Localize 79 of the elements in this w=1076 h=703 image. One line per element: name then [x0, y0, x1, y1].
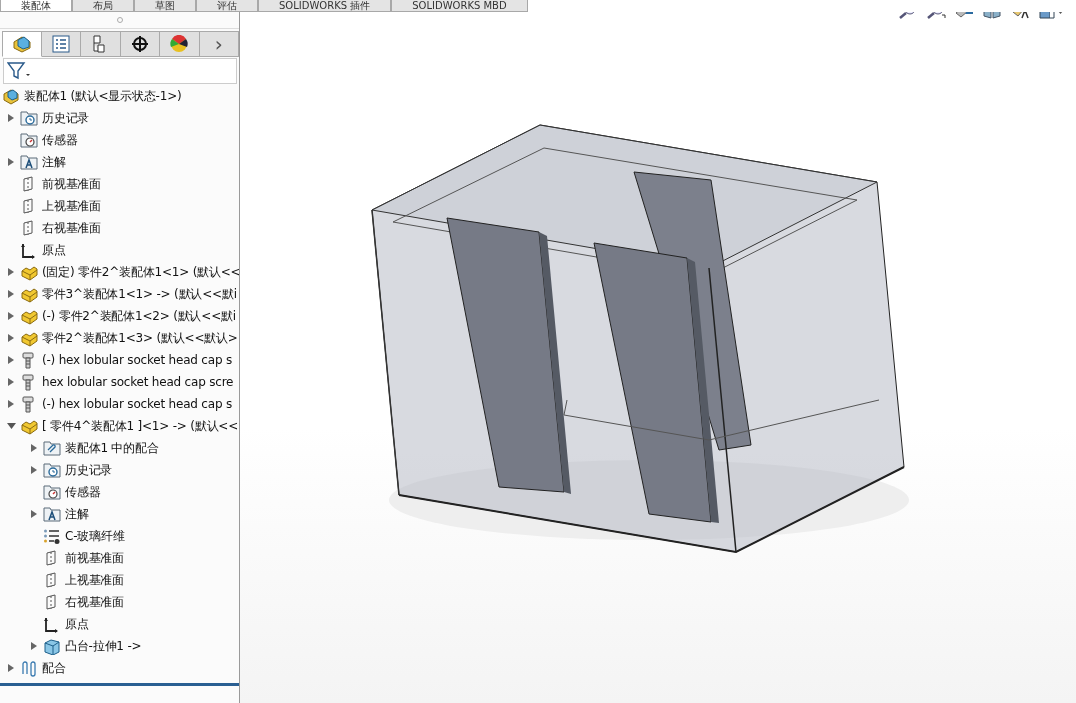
tree-item[interactable]: 注解	[65, 505, 89, 523]
tree-item[interactable]: 注解	[42, 153, 66, 171]
folder-clock-icon	[43, 462, 61, 478]
origin-icon	[20, 241, 36, 259]
screw-icon	[20, 373, 36, 391]
expand-arrow-icon[interactable]	[31, 444, 37, 452]
folder-gauge-icon	[43, 484, 61, 500]
more-tabs-button[interactable]: ›	[199, 31, 239, 57]
assembly-icon	[2, 87, 20, 105]
tree-item[interactable]: hex lobular socket head cap scre	[42, 375, 234, 389]
filter-field[interactable]	[3, 58, 237, 84]
tree-item[interactable]: 前视基准面	[42, 175, 101, 193]
property-list-icon	[50, 35, 71, 53]
tree-item[interactable]: 原点	[42, 241, 66, 259]
plane-icon	[20, 219, 36, 237]
folder-letter-icon	[43, 506, 61, 522]
expand-arrow-icon[interactable]	[8, 312, 14, 320]
collapse-arrow-icon[interactable]	[6, 423, 16, 429]
tree-item[interactable]: 右视基准面	[42, 219, 101, 237]
panel-tab[interactable]	[120, 31, 160, 57]
expand-arrow-icon[interactable]	[8, 334, 14, 342]
tree-item[interactable]: 历史记录	[65, 461, 113, 479]
expand-arrow-icon[interactable]	[31, 510, 37, 518]
filter-icon[interactable]	[7, 62, 31, 80]
screw-icon	[20, 351, 36, 369]
tree-item[interactable]: (固定) 零件2^装配体1<1> (默认<<	[42, 263, 239, 281]
tree-item[interactable]: 上视基准面	[65, 571, 124, 589]
tree-item[interactable]: 传感器	[42, 131, 78, 149]
tree-item[interactable]: 装配体1 中的配合	[65, 439, 159, 457]
expand-arrow-icon[interactable]	[31, 642, 37, 650]
tree-item[interactable]: (-) hex lobular socket head cap s	[42, 353, 232, 367]
assembly-icon	[11, 35, 32, 53]
folder-clock-icon	[20, 110, 38, 126]
expand-arrow-icon[interactable]	[8, 378, 14, 386]
tree-item[interactable]: (-) 零件2^装配体1<2> (默认<<默i	[42, 307, 236, 325]
grip-dot-icon[interactable]	[116, 17, 123, 23]
ribbon-tab[interactable]: 草图	[134, 0, 196, 12]
tree-item[interactable]: 原点	[65, 615, 89, 633]
folder-letter-icon	[20, 154, 38, 170]
plane-icon	[20, 197, 36, 215]
extrude-icon	[43, 637, 61, 655]
tree-item[interactable]: 历史记录	[42, 109, 90, 127]
expand-arrow-icon[interactable]	[31, 466, 37, 474]
tree-item[interactable]: 零件2^装配体1<3> (默认<<默认>	[42, 329, 238, 347]
color-ball-icon	[169, 35, 190, 53]
expand-arrow-icon[interactable]	[8, 290, 14, 298]
tree-item[interactable]: 右视基准面	[65, 593, 124, 611]
tree-item[interactable]: 传感器	[65, 483, 101, 501]
plane-icon	[43, 549, 59, 567]
screw-icon	[20, 395, 36, 413]
tree-item[interactable]: 装配体1 (默认<显示状态-1>)	[24, 87, 182, 105]
expand-arrow-icon[interactable]	[8, 356, 14, 364]
expand-arrow-icon[interactable]	[8, 158, 14, 166]
plane-icon	[43, 571, 59, 589]
panel-tab[interactable]	[160, 31, 200, 57]
tree-item[interactable]: 零件3^装配体1<1> -> (默认<<默i	[42, 285, 237, 303]
plane-icon	[43, 593, 59, 611]
crosshair-icon	[129, 35, 150, 53]
ribbon-tab[interactable]: 装配体	[0, 0, 72, 12]
ribbon-tab[interactable]: SOLIDWORKS MBD	[391, 0, 528, 12]
tree-item[interactable]: [ 零件4^装配体1 ]<1> -> (默认<<	[42, 417, 239, 435]
ribbon-tab[interactable]: SOLIDWORKS 插件	[258, 0, 392, 12]
expand-arrow-icon[interactable]	[8, 114, 14, 122]
folder-gauge-icon	[20, 132, 38, 148]
expand-arrow-icon[interactable]	[8, 268, 14, 276]
folder-clip-icon	[43, 440, 61, 456]
tree-item[interactable]: 上视基准面	[42, 197, 101, 215]
tree-item[interactable]: 前视基准面	[65, 549, 124, 567]
origin-icon	[43, 615, 59, 633]
ribbon-tab[interactable]: 布局	[72, 0, 134, 12]
tree-item[interactable]: C-玻璃纤维	[65, 527, 125, 545]
material-list-icon	[43, 527, 61, 545]
expand-arrow-icon[interactable]	[8, 400, 14, 408]
tree-item[interactable]: 配合	[42, 659, 66, 677]
plane-icon	[20, 175, 36, 193]
expand-arrow-icon[interactable]	[8, 664, 14, 672]
tree-item[interactable]: (-) hex lobular socket head cap s	[42, 397, 232, 411]
ribbon-tab[interactable]: 评估	[196, 0, 258, 12]
tree-item[interactable]: 凸台-拉伸1 ->	[65, 637, 142, 655]
